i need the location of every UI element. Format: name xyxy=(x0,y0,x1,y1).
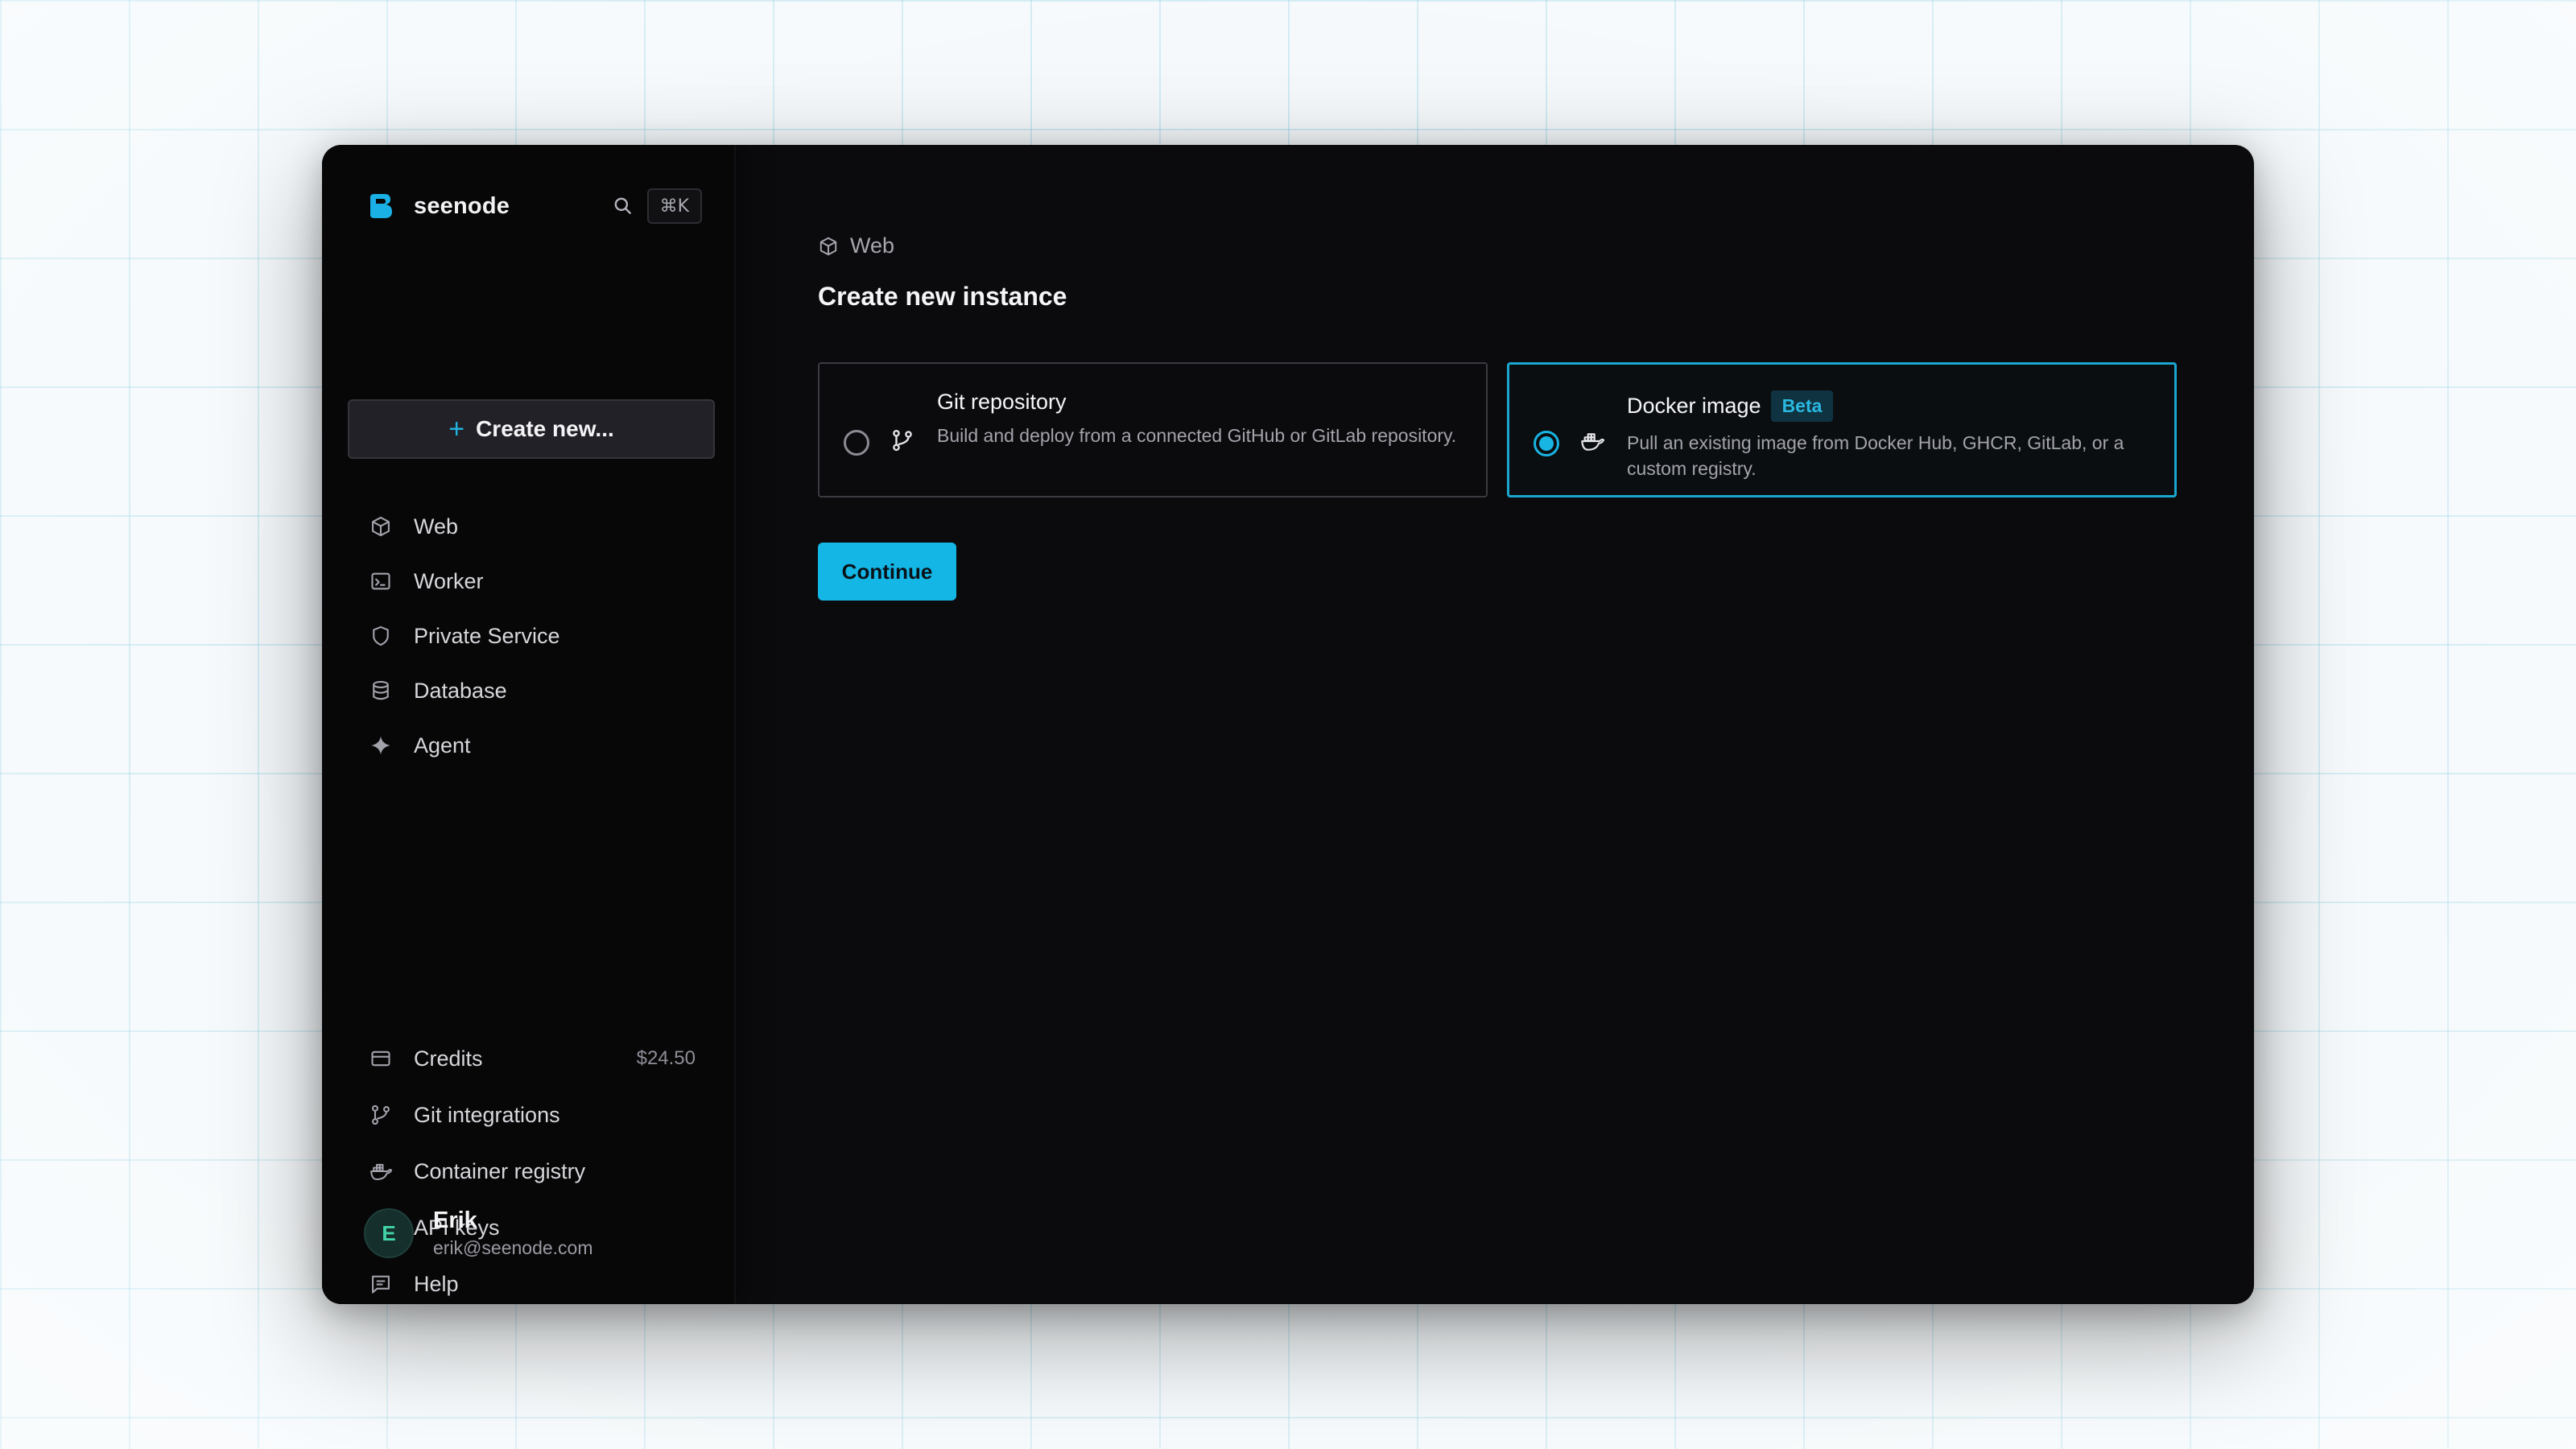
option-title: Docker image xyxy=(1627,394,1761,418)
database-icon xyxy=(367,677,394,704)
plus-icon: + xyxy=(448,413,465,444)
sparkle-icon xyxy=(367,732,394,759)
continue-button[interactable]: Continue xyxy=(818,543,956,601)
sidebar-item-label: Container registry xyxy=(414,1158,586,1183)
sidebar-item-help[interactable]: Help xyxy=(348,1256,715,1304)
message-icon xyxy=(367,1270,394,1298)
seenode-logo-icon xyxy=(367,192,394,220)
main-content xyxy=(736,145,2254,1304)
user-profile[interactable]: E Erik erik@seenode.com xyxy=(364,1208,593,1259)
docker-icon xyxy=(1579,427,1606,455)
shortcut-badge: ⌘K xyxy=(646,188,702,224)
secondary-nav: Credits $24.50 Git integrations Containe… xyxy=(348,1030,715,1304)
sidebar-item-label: Web xyxy=(414,514,459,539)
sidebar-item-container-registry[interactable]: Container registry xyxy=(348,1143,715,1199)
breadcrumb[interactable]: Web xyxy=(818,233,894,258)
breadcrumb-label: Web xyxy=(850,233,895,258)
sidebar-item-label: Database xyxy=(414,678,507,703)
search-icon[interactable] xyxy=(609,192,638,221)
sidebar-item-label: Worker xyxy=(414,568,484,593)
app-window: seenode ⌘K + Create new... Web Worker Pr… xyxy=(322,145,2254,1304)
sidebar-item-web[interactable]: Web xyxy=(348,499,715,554)
brand-name: seenode xyxy=(414,192,510,219)
sidebar-item-label: Git integrations xyxy=(414,1102,560,1127)
option-git-repository[interactable]: Git repository Build and deploy from a c… xyxy=(818,362,1488,497)
sidebar-item-label: Agent xyxy=(414,733,471,758)
avatar: E xyxy=(364,1208,414,1258)
option-docker-image[interactable]: Docker image Beta Pull an existing image… xyxy=(1507,362,2177,497)
credit-card-icon xyxy=(367,1045,394,1072)
beta-badge: Beta xyxy=(1770,390,1834,422)
sidebar-item-credits[interactable]: Credits $24.50 xyxy=(348,1030,715,1087)
git-branch-icon xyxy=(367,1101,394,1129)
user-name: Erik xyxy=(433,1208,477,1233)
radio-git-repository[interactable] xyxy=(844,430,869,456)
sidebar-item-agent[interactable]: Agent xyxy=(348,718,715,773)
cube-icon xyxy=(367,513,394,540)
terminal-icon xyxy=(367,568,394,595)
create-new-button[interactable]: + Create new... xyxy=(348,399,715,459)
git-branch-icon xyxy=(889,427,916,454)
sidebar-item-label: Help xyxy=(414,1271,459,1296)
radio-docker-image[interactable] xyxy=(1534,431,1559,456)
sidebar-item-git-integrations[interactable]: Git integrations xyxy=(348,1087,715,1143)
shield-icon xyxy=(367,622,394,650)
sidebar-item-label: Private Service xyxy=(414,623,560,648)
primary-nav: Web Worker Private Service Database Agen… xyxy=(348,499,715,773)
sidebar: seenode ⌘K + Create new... Web Worker Pr… xyxy=(322,145,736,1304)
option-description: Pull an existing image from Docker Hub, … xyxy=(1627,432,2124,479)
option-title: Git repository xyxy=(937,390,1067,414)
cube-icon xyxy=(818,236,839,257)
sidebar-item-private-service[interactable]: Private Service xyxy=(348,609,715,663)
sidebar-item-label: Credits xyxy=(414,1046,483,1071)
option-description: Build and deploy from a connected GitHub… xyxy=(937,425,1457,446)
sidebar-item-database[interactable]: Database xyxy=(348,663,715,718)
brand-row: seenode ⌘K xyxy=(367,185,702,227)
sidebar-item-worker[interactable]: Worker xyxy=(348,554,715,609)
create-new-label: Create new... xyxy=(476,416,614,441)
credits-balance: $24.50 xyxy=(636,1047,696,1069)
instance-type-options: Git repository Build and deploy from a c… xyxy=(818,362,2177,497)
docker-icon xyxy=(367,1158,394,1185)
user-email: erik@seenode.com xyxy=(433,1237,593,1258)
